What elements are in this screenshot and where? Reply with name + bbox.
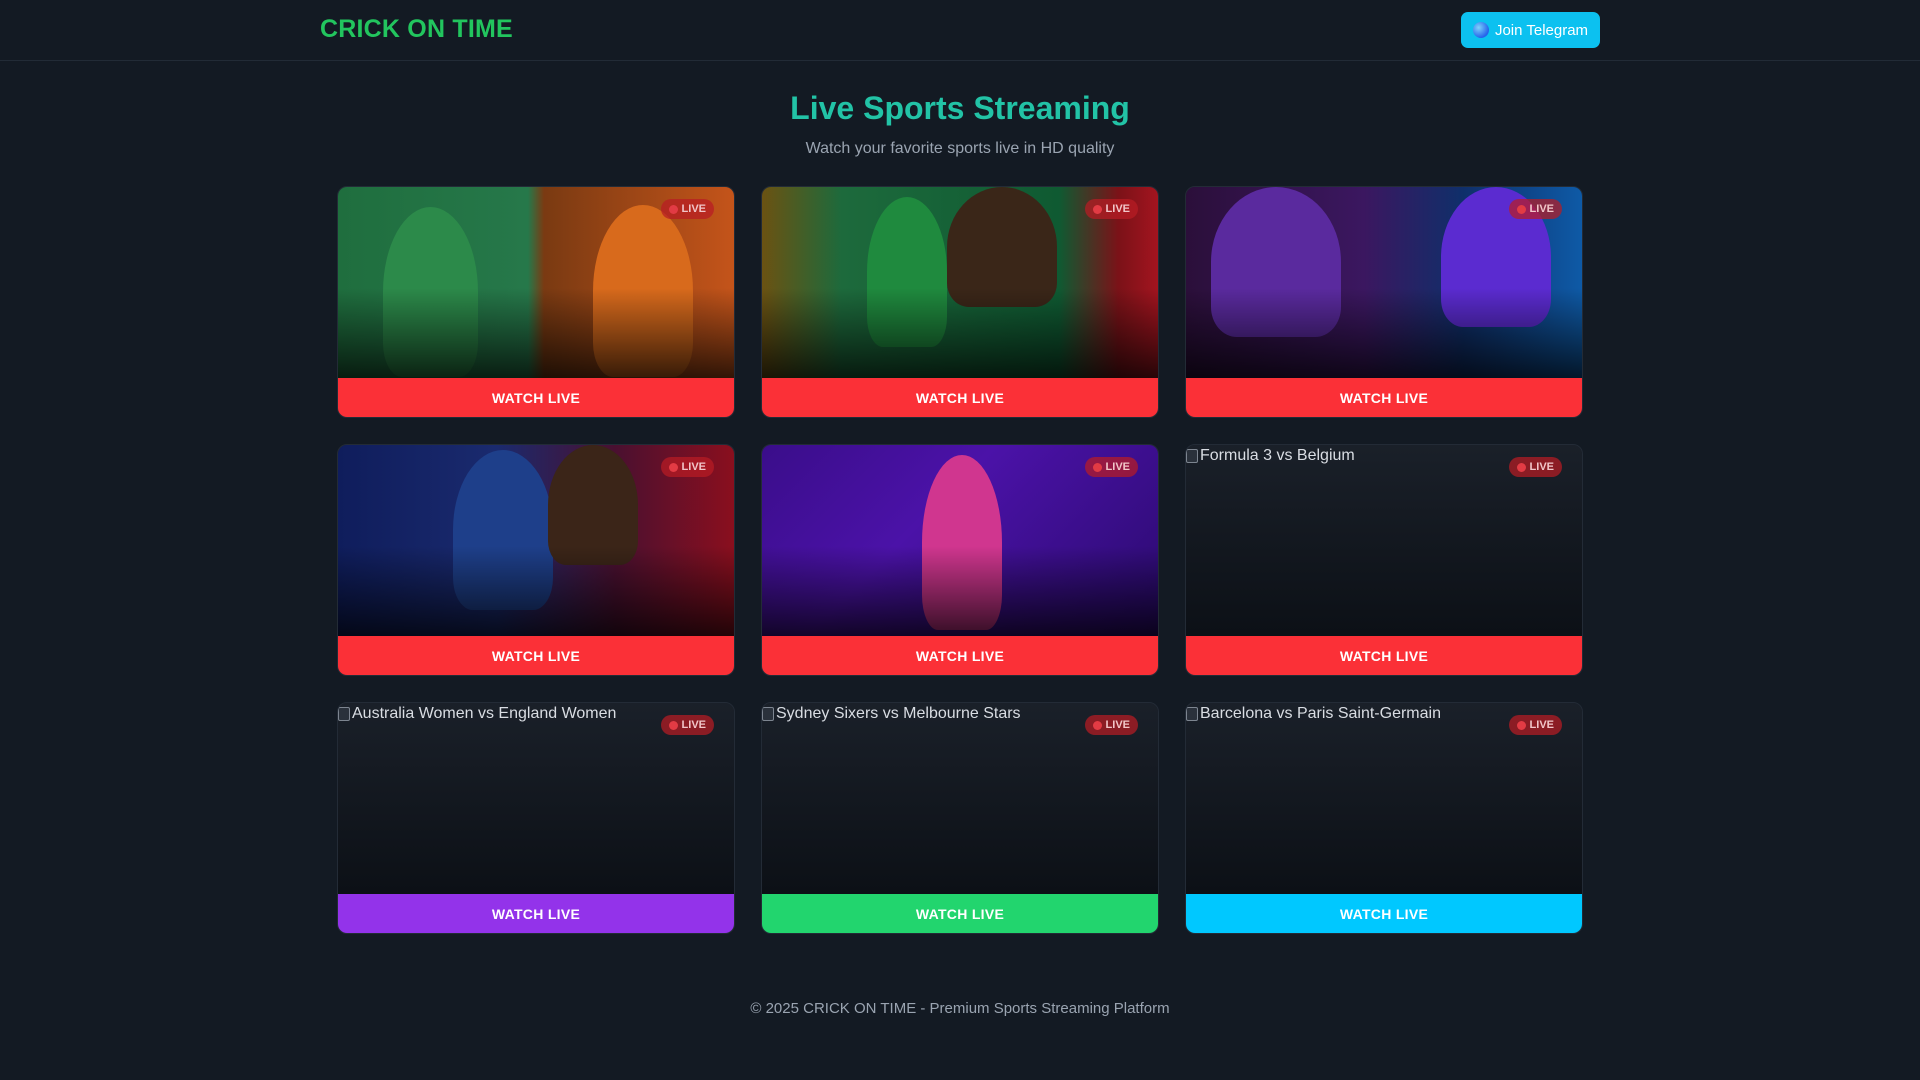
live-badge-label: LIVE	[1105, 461, 1130, 473]
site-logo[interactable]: CRICK ON TIME	[320, 15, 513, 44]
globe-icon	[1472, 22, 1489, 38]
thumbnail-shade	[338, 546, 734, 636]
watch-live-button[interactable]: WATCH LIVE	[1186, 894, 1582, 933]
thumbnail-shade	[762, 546, 1158, 636]
stream-thumbnail[interactable]: LIVE	[762, 445, 1158, 636]
image-alt-text: Sydney Sixers vs Melbourne Stars	[762, 705, 1021, 723]
stream-thumbnail[interactable]: LIVE	[1186, 187, 1582, 378]
broken-image-icon	[338, 707, 350, 721]
live-dot-icon	[1516, 462, 1526, 472]
watch-live-button[interactable]: WATCH LIVE	[1186, 636, 1582, 675]
live-badge: LIVE	[1508, 199, 1562, 219]
watch-live-button[interactable]: WATCH LIVE	[762, 636, 1158, 675]
stream-thumbnail[interactable]: LIVE	[338, 187, 734, 378]
watch-live-button[interactable]: WATCH LIVE	[338, 378, 734, 417]
stream-thumbnail[interactable]: Australia Women vs England Women LIVE	[338, 703, 734, 894]
live-dot-icon	[668, 720, 678, 730]
image-alt-label: Formula 3 vs Belgium	[1200, 447, 1355, 464]
image-alt-text: Formula 3 vs Belgium	[1186, 447, 1355, 465]
live-dot-icon	[1092, 720, 1102, 730]
watch-live-button[interactable]: WATCH LIVE	[762, 894, 1158, 933]
image-alt-text: Barcelona vs Paris Saint-Germain	[1186, 705, 1441, 723]
stream-card[interactable]: LIVE WATCH LIVE	[761, 186, 1159, 418]
live-dot-icon	[1516, 720, 1526, 730]
live-dot-icon	[1516, 204, 1526, 214]
watch-live-button[interactable]: WATCH LIVE	[1186, 378, 1582, 417]
image-alt-label: Australia Women vs England Women	[352, 705, 617, 722]
live-badge: LIVE	[660, 457, 714, 477]
stream-thumbnail[interactable]: Sydney Sixers vs Melbourne Stars LIVE	[762, 703, 1158, 894]
live-badge-label: LIVE	[681, 461, 706, 473]
watch-live-button[interactable]: WATCH LIVE	[338, 636, 734, 675]
live-badge-label: LIVE	[1529, 203, 1554, 215]
live-badge-label: LIVE	[681, 203, 706, 215]
live-dot-icon	[668, 462, 678, 472]
stream-thumbnail[interactable]: LIVE	[762, 187, 1158, 378]
live-badge: LIVE	[660, 715, 714, 735]
stream-card[interactable]: Formula 3 vs Belgium LIVE WATCH LIVE	[1185, 444, 1583, 676]
live-dot-icon	[1092, 204, 1102, 214]
stream-card[interactable]: LIVE WATCH LIVE	[1185, 186, 1583, 418]
live-badge-label: LIVE	[1529, 719, 1554, 731]
page-subtitle: Watch your favorite sports live in HD qu…	[805, 140, 1115, 157]
live-badge: LIVE	[1508, 715, 1562, 735]
live-badge: LIVE	[1084, 457, 1138, 477]
live-badge-label: LIVE	[681, 719, 706, 731]
thumbnail-shade	[338, 288, 734, 378]
stream-card[interactable]: LIVE WATCH LIVE	[337, 444, 735, 676]
join-telegram-button[interactable]: Join Telegram	[1461, 12, 1600, 48]
top-header: CRICK ON TIME Join Telegram	[0, 0, 1920, 61]
live-badge-label: LIVE	[1105, 719, 1130, 731]
stream-card[interactable]: Sydney Sixers vs Melbourne Stars LIVE WA…	[761, 702, 1159, 934]
join-telegram-label: Join Telegram	[1494, 21, 1589, 39]
stream-thumbnail[interactable]: Barcelona vs Paris Saint-Germain LIVE	[1186, 703, 1582, 894]
broken-image-icon	[1186, 449, 1198, 463]
stream-thumbnail[interactable]: LIVE	[338, 445, 734, 636]
stream-card[interactable]: Australia Women vs England Women LIVE WA…	[337, 702, 735, 934]
stream-card[interactable]: LIVE WATCH LIVE	[337, 186, 735, 418]
live-badge: LIVE	[1084, 715, 1138, 735]
stream-card[interactable]: Barcelona vs Paris Saint-Germain LIVE WA…	[1185, 702, 1583, 934]
stream-thumbnail[interactable]: Formula 3 vs Belgium LIVE	[1186, 445, 1582, 636]
page-title: Live Sports Streaming	[790, 90, 1130, 126]
image-alt-label: Barcelona vs Paris Saint-Germain	[1200, 705, 1441, 722]
live-badge: LIVE	[1084, 199, 1138, 219]
broken-image-icon	[1186, 707, 1198, 721]
live-badge-label: LIVE	[1105, 203, 1130, 215]
image-alt-text: Australia Women vs England Women	[338, 705, 616, 723]
image-alt-label: Sydney Sixers vs Melbourne Stars	[776, 705, 1021, 722]
page-footer: © 2025 CRICK ON TIME - Premium Sports St…	[750, 1000, 1170, 1017]
stream-grid: LIVE WATCH LIVE LIVE WATCH LIVE LIVE WAT…	[337, 186, 1583, 934]
live-dot-icon	[1092, 462, 1102, 472]
watch-live-button[interactable]: WATCH LIVE	[762, 378, 1158, 417]
thumbnail-shade	[1186, 288, 1582, 378]
watch-live-button[interactable]: WATCH LIVE	[338, 894, 734, 933]
thumbnail-shade	[762, 288, 1158, 378]
live-badge-label: LIVE	[1529, 461, 1554, 473]
broken-image-icon	[762, 707, 774, 721]
live-dot-icon	[668, 204, 678, 214]
live-badge: LIVE	[660, 199, 714, 219]
stream-card[interactable]: LIVE WATCH LIVE	[761, 444, 1159, 676]
live-badge: LIVE	[1508, 457, 1562, 477]
